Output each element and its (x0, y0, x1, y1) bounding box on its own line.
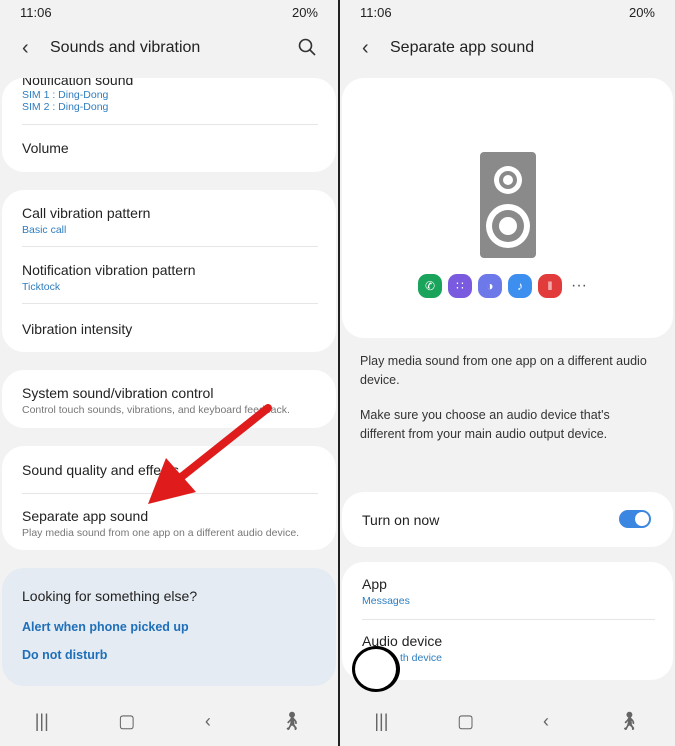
home-button[interactable]: ▢ (118, 711, 135, 732)
navigation-bar: ||| ▢ ‹ 🚶︎ (340, 696, 675, 746)
turn-on-card[interactable]: Turn on now (342, 492, 673, 547)
navigation-bar: ||| ▢ ‹ 🚶︎ (0, 696, 338, 746)
page-title: Sounds and vibration (50, 39, 201, 56)
app-item[interactable]: App Messages (362, 576, 655, 607)
illustration-card: ✆ ∷ ◑ ♪ ‖ ··· (342, 78, 673, 338)
nav-back-button[interactable]: ‹ (205, 711, 211, 732)
internet-icon: ◑ (478, 274, 502, 298)
phone-icon: ✆ (418, 274, 442, 298)
nav-back-button[interactable]: ‹ (543, 711, 549, 732)
sounds-vibration-screen: 11:06 20% ‹ Sounds and vibration Notifica… (0, 0, 338, 746)
red-arrow-annotation (148, 404, 272, 504)
status-bar: 11:06 20% (360, 5, 655, 20)
separate-app-sound-screen: 11:06 20% ‹ Separate app sound ✆ ∷ ◑ ♪ ‖ ·… (340, 0, 675, 746)
dnd-link[interactable]: Do not disturb (22, 648, 318, 662)
back-button[interactable]: ‹ (362, 37, 390, 60)
sound-card: Notification sound SIM 1 : Ding-Dong SIM 2… (2, 78, 336, 172)
notification-vibration-item[interactable]: Notification vibration pattern Ticktock (22, 262, 318, 293)
game-launcher-icon: ∷ (448, 274, 472, 298)
vibration-intensity-item[interactable]: Vibration intensity (22, 321, 318, 337)
search-icon[interactable] (298, 38, 316, 56)
speaker-icon (480, 152, 536, 258)
accessibility-icon[interactable]: 🚶︎ (280, 711, 303, 732)
recents-button[interactable]: ||| (374, 711, 388, 732)
more-icon: ··· (571, 277, 587, 294)
home-button[interactable]: ▢ (457, 711, 474, 732)
alert-link[interactable]: Alert when phone picked up (22, 620, 318, 634)
voice-recorder-icon: ‖ (538, 274, 562, 298)
call-vibration-item[interactable]: Call vibration pattern Basic call (22, 205, 318, 236)
page-title: Separate app sound (390, 39, 535, 56)
back-button[interactable]: ‹ (22, 37, 50, 60)
turn-on-toggle[interactable] (619, 510, 651, 528)
touch-indicator (352, 646, 400, 692)
separate-app-sound-item[interactable]: Separate app sound Play media sound from … (22, 508, 318, 539)
notification-sound-item[interactable]: Notification sound SIM 1 : Ding-Dong SIM 2… (22, 78, 318, 113)
volume-item[interactable]: Volume (22, 140, 318, 156)
music-icon: ♪ (508, 274, 532, 298)
status-bar: 11:06 20% (20, 5, 318, 20)
audio-device-item[interactable]: Audio device th device (362, 633, 655, 664)
looking-card: Looking for something else? Alert when p… (2, 568, 336, 686)
accessibility-icon[interactable]: 🚶︎ (618, 711, 641, 732)
app-icons: ✆ ∷ ◑ ♪ ‖ ··· (415, 274, 587, 298)
vibration-card: Call vibration pattern Basic call Notific… (2, 190, 336, 352)
recents-button[interactable]: ||| (35, 711, 49, 732)
